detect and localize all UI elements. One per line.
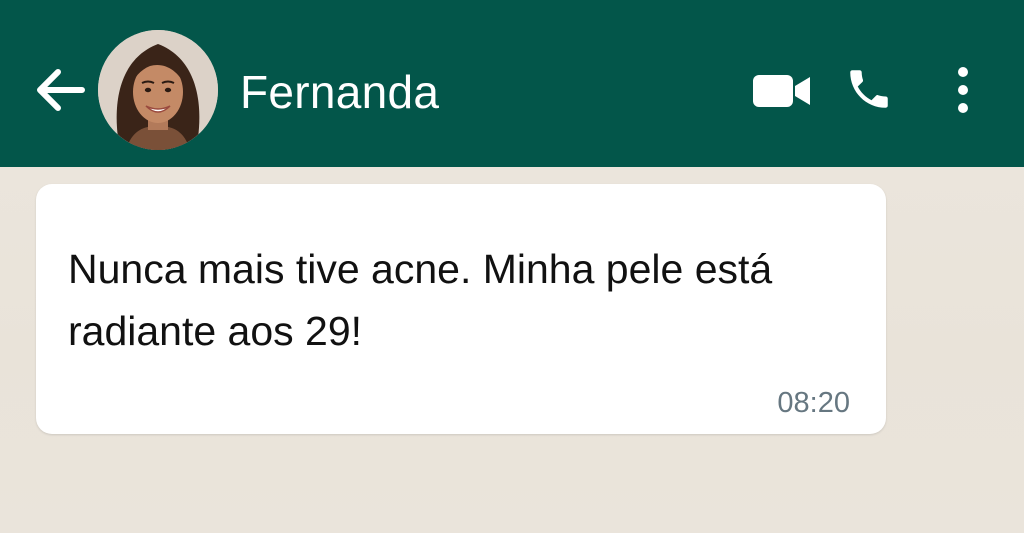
- contact-photo: [98, 30, 218, 150]
- back-button[interactable]: [34, 66, 86, 114]
- voice-call-button[interactable]: [844, 64, 894, 114]
- avatar[interactable]: [98, 30, 218, 150]
- message-timestamp: 08:20: [777, 387, 850, 419]
- arrow-left-icon: [37, 69, 85, 111]
- more-options-button[interactable]: [950, 64, 976, 116]
- message-text: Nunca mais tive acne. Minha pele está ra…: [68, 246, 773, 354]
- video-camera-icon: [753, 75, 810, 107]
- chat-header: Fernanda: [0, 0, 1024, 167]
- video-call-button[interactable]: [752, 72, 812, 110]
- phone-icon: [850, 70, 888, 108]
- contact-name[interactable]: Fernanda: [240, 64, 439, 120]
- message-bubble[interactable]: Nunca mais tive acne. Minha pele está ra…: [36, 184, 886, 434]
- more-vertical-icon: [958, 67, 968, 113]
